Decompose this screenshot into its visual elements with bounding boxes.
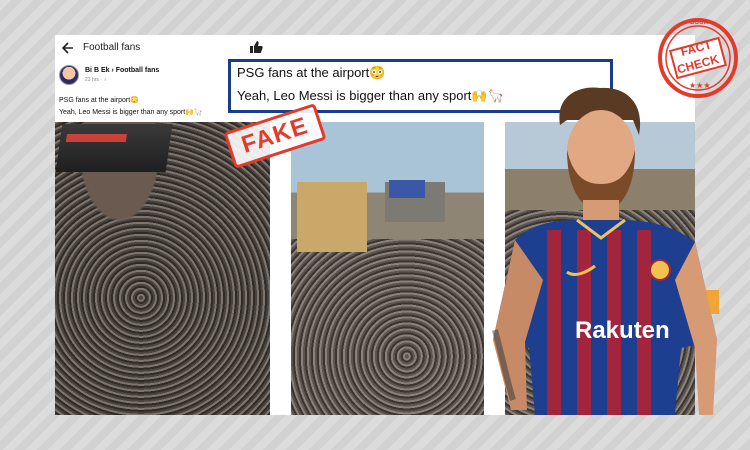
post-text: PSG fans at the airport😳 Yeah, Leo Messi… bbox=[59, 95, 203, 119]
building bbox=[297, 182, 367, 252]
airport-building bbox=[55, 124, 173, 172]
boom-fact-check-logo: BOOM FACT CHECK ★★★ bbox=[658, 18, 738, 98]
group-title: Football fans bbox=[83, 42, 141, 53]
footballer-photo: Rakuten bbox=[492, 87, 719, 415]
back-arrow-icon[interactable] bbox=[61, 41, 75, 55]
jersey-sponsor: Rakuten bbox=[575, 317, 670, 344]
group-header: Football fans bbox=[55, 35, 695, 61]
thumbs-up-icon[interactable] bbox=[249, 40, 263, 54]
caption-line1: PSG fans at the airport😳 bbox=[237, 65, 386, 80]
post-text-line2: Yeah, Leo Messi is bigger than any sport… bbox=[59, 109, 203, 116]
svg-text:★★★: ★★★ bbox=[689, 81, 711, 90]
logo-top-word: BOOM bbox=[690, 20, 709, 26]
building bbox=[389, 180, 425, 198]
avatar[interactable] bbox=[59, 65, 79, 85]
post-text-line1: PSG fans at the airport😳 bbox=[59, 97, 139, 104]
facebook-post-screenshot: Football fans Bi B Ek › Football fans 23… bbox=[55, 35, 719, 415]
post-timestamp: 23 hrs · ♁ bbox=[85, 77, 108, 83]
post-author[interactable]: Bi B Ek › Football fans bbox=[85, 67, 159, 74]
